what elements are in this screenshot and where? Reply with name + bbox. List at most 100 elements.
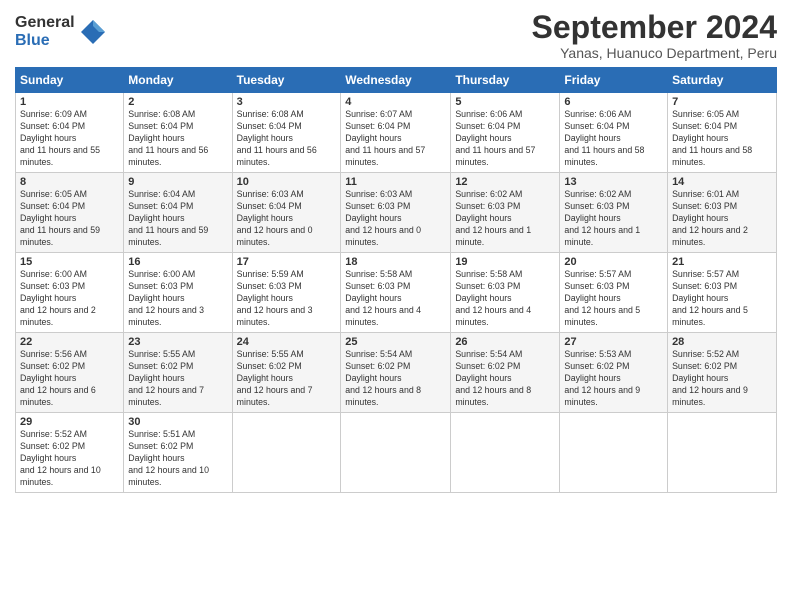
day-info: Sunrise: 6:02 AM Sunset: 6:03 PM Dayligh… [564,189,663,248]
day-number: 24 [237,336,337,348]
calendar-cell: 28 Sunrise: 5:52 AM Sunset: 6:02 PM Dayl… [668,333,777,413]
calendar-cell: 26 Sunrise: 5:54 AM Sunset: 6:02 PM Dayl… [451,333,560,413]
day-number: 11 [345,176,446,188]
calendar-cell: 13 Sunrise: 6:02 AM Sunset: 6:03 PM Dayl… [560,173,668,253]
calendar-cell: 12 Sunrise: 6:02 AM Sunset: 6:03 PM Dayl… [451,173,560,253]
day-number: 9 [128,176,227,188]
calendar-week-5: 29 Sunrise: 5:52 AM Sunset: 6:02 PM Dayl… [16,413,777,493]
header-sunday: Sunday [16,68,124,93]
day-info: Sunrise: 6:06 AM Sunset: 6:04 PM Dayligh… [564,109,663,168]
day-number: 7 [672,96,772,108]
calendar-cell: 27 Sunrise: 5:53 AM Sunset: 6:02 PM Dayl… [560,333,668,413]
calendar-cell: 21 Sunrise: 5:57 AM Sunset: 6:03 PM Dayl… [668,253,777,333]
day-number: 27 [564,336,663,348]
calendar-cell: 7 Sunrise: 6:05 AM Sunset: 6:04 PM Dayli… [668,93,777,173]
day-number: 15 [20,256,119,268]
calendar-cell: 1 Sunrise: 6:09 AM Sunset: 6:04 PM Dayli… [16,93,124,173]
day-info: Sunrise: 5:55 AM Sunset: 6:02 PM Dayligh… [128,349,227,408]
day-info: Sunrise: 5:58 AM Sunset: 6:03 PM Dayligh… [345,269,446,328]
day-info: Sunrise: 5:51 AM Sunset: 6:02 PM Dayligh… [128,429,227,488]
calendar-cell: 23 Sunrise: 5:55 AM Sunset: 6:02 PM Dayl… [124,333,232,413]
header-tuesday: Tuesday [232,68,341,93]
day-number: 14 [672,176,772,188]
day-number: 20 [564,256,663,268]
calendar-cell: 5 Sunrise: 6:06 AM Sunset: 6:04 PM Dayli… [451,93,560,173]
calendar-week-1: 1 Sunrise: 6:09 AM Sunset: 6:04 PM Dayli… [16,93,777,173]
header-friday: Friday [560,68,668,93]
day-number: 28 [672,336,772,348]
day-info: Sunrise: 6:00 AM Sunset: 6:03 PM Dayligh… [20,269,119,328]
calendar-cell [451,413,560,493]
day-number: 30 [128,416,227,428]
calendar-cell: 18 Sunrise: 5:58 AM Sunset: 6:03 PM Dayl… [341,253,451,333]
calendar-cell: 14 Sunrise: 6:01 AM Sunset: 6:03 PM Dayl… [668,173,777,253]
header: General Blue September 2024 Yanas, Huanu… [15,10,777,61]
calendar-cell [668,413,777,493]
day-info: Sunrise: 5:52 AM Sunset: 6:02 PM Dayligh… [672,349,772,408]
calendar-header-row: Sunday Monday Tuesday Wednesday Thursday… [16,68,777,93]
logo-icon [79,18,107,46]
day-number: 16 [128,256,227,268]
calendar-cell: 2 Sunrise: 6:08 AM Sunset: 6:04 PM Dayli… [124,93,232,173]
day-number: 13 [564,176,663,188]
day-info: Sunrise: 5:53 AM Sunset: 6:02 PM Dayligh… [564,349,663,408]
calendar-cell: 29 Sunrise: 5:52 AM Sunset: 6:02 PM Dayl… [16,413,124,493]
day-info: Sunrise: 6:03 AM Sunset: 6:04 PM Dayligh… [237,189,337,248]
calendar-cell: 25 Sunrise: 5:54 AM Sunset: 6:02 PM Dayl… [341,333,451,413]
day-number: 2 [128,96,227,108]
day-number: 5 [455,96,555,108]
day-info: Sunrise: 6:01 AM Sunset: 6:03 PM Dayligh… [672,189,772,248]
calendar-week-3: 15 Sunrise: 6:00 AM Sunset: 6:03 PM Dayl… [16,253,777,333]
title-area: September 2024 Yanas, Huanuco Department… [532,10,777,61]
day-number: 6 [564,96,663,108]
day-number: 3 [237,96,337,108]
day-info: Sunrise: 5:52 AM Sunset: 6:02 PM Dayligh… [20,429,119,488]
calendar-cell: 3 Sunrise: 6:08 AM Sunset: 6:04 PM Dayli… [232,93,341,173]
location: Yanas, Huanuco Department, Peru [532,45,777,61]
day-info: Sunrise: 6:09 AM Sunset: 6:04 PM Dayligh… [20,109,119,168]
header-thursday: Thursday [451,68,560,93]
day-info: Sunrise: 6:06 AM Sunset: 6:04 PM Dayligh… [455,109,555,168]
calendar-cell: 20 Sunrise: 5:57 AM Sunset: 6:03 PM Dayl… [560,253,668,333]
calendar-cell: 10 Sunrise: 6:03 AM Sunset: 6:04 PM Dayl… [232,173,341,253]
month-title: September 2024 [532,10,777,45]
day-info: Sunrise: 6:07 AM Sunset: 6:04 PM Dayligh… [345,109,446,168]
calendar-cell: 4 Sunrise: 6:07 AM Sunset: 6:04 PM Dayli… [341,93,451,173]
day-info: Sunrise: 6:08 AM Sunset: 6:04 PM Dayligh… [128,109,227,168]
day-number: 12 [455,176,555,188]
logo-blue-text: Blue [15,32,75,50]
day-number: 10 [237,176,337,188]
header-wednesday: Wednesday [341,68,451,93]
day-info: Sunrise: 6:04 AM Sunset: 6:04 PM Dayligh… [128,189,227,248]
calendar-cell: 16 Sunrise: 6:00 AM Sunset: 6:03 PM Dayl… [124,253,232,333]
day-number: 23 [128,336,227,348]
logo: General Blue [15,14,107,49]
day-number: 25 [345,336,446,348]
day-number: 1 [20,96,119,108]
calendar-cell: 19 Sunrise: 5:58 AM Sunset: 6:03 PM Dayl… [451,253,560,333]
day-number: 19 [455,256,555,268]
header-saturday: Saturday [668,68,777,93]
day-info: Sunrise: 6:05 AM Sunset: 6:04 PM Dayligh… [20,189,119,248]
calendar-cell: 15 Sunrise: 6:00 AM Sunset: 6:03 PM Dayl… [16,253,124,333]
calendar-cell [232,413,341,493]
day-info: Sunrise: 5:57 AM Sunset: 6:03 PM Dayligh… [672,269,772,328]
day-number: 21 [672,256,772,268]
calendar-cell: 22 Sunrise: 5:56 AM Sunset: 6:02 PM Dayl… [16,333,124,413]
calendar-cell: 11 Sunrise: 6:03 AM Sunset: 6:03 PM Dayl… [341,173,451,253]
day-info: Sunrise: 6:02 AM Sunset: 6:03 PM Dayligh… [455,189,555,248]
day-info: Sunrise: 6:00 AM Sunset: 6:03 PM Dayligh… [128,269,227,328]
calendar-cell: 6 Sunrise: 6:06 AM Sunset: 6:04 PM Dayli… [560,93,668,173]
day-info: Sunrise: 5:57 AM Sunset: 6:03 PM Dayligh… [564,269,663,328]
day-info: Sunrise: 5:56 AM Sunset: 6:02 PM Dayligh… [20,349,119,408]
day-info: Sunrise: 5:55 AM Sunset: 6:02 PM Dayligh… [237,349,337,408]
day-number: 29 [20,416,119,428]
day-info: Sunrise: 5:54 AM Sunset: 6:02 PM Dayligh… [455,349,555,408]
logo-general-text: General [15,14,75,32]
calendar-cell: 17 Sunrise: 5:59 AM Sunset: 6:03 PM Dayl… [232,253,341,333]
page: General Blue September 2024 Yanas, Huanu… [0,0,792,612]
day-number: 4 [345,96,446,108]
day-number: 26 [455,336,555,348]
day-number: 22 [20,336,119,348]
day-number: 8 [20,176,119,188]
